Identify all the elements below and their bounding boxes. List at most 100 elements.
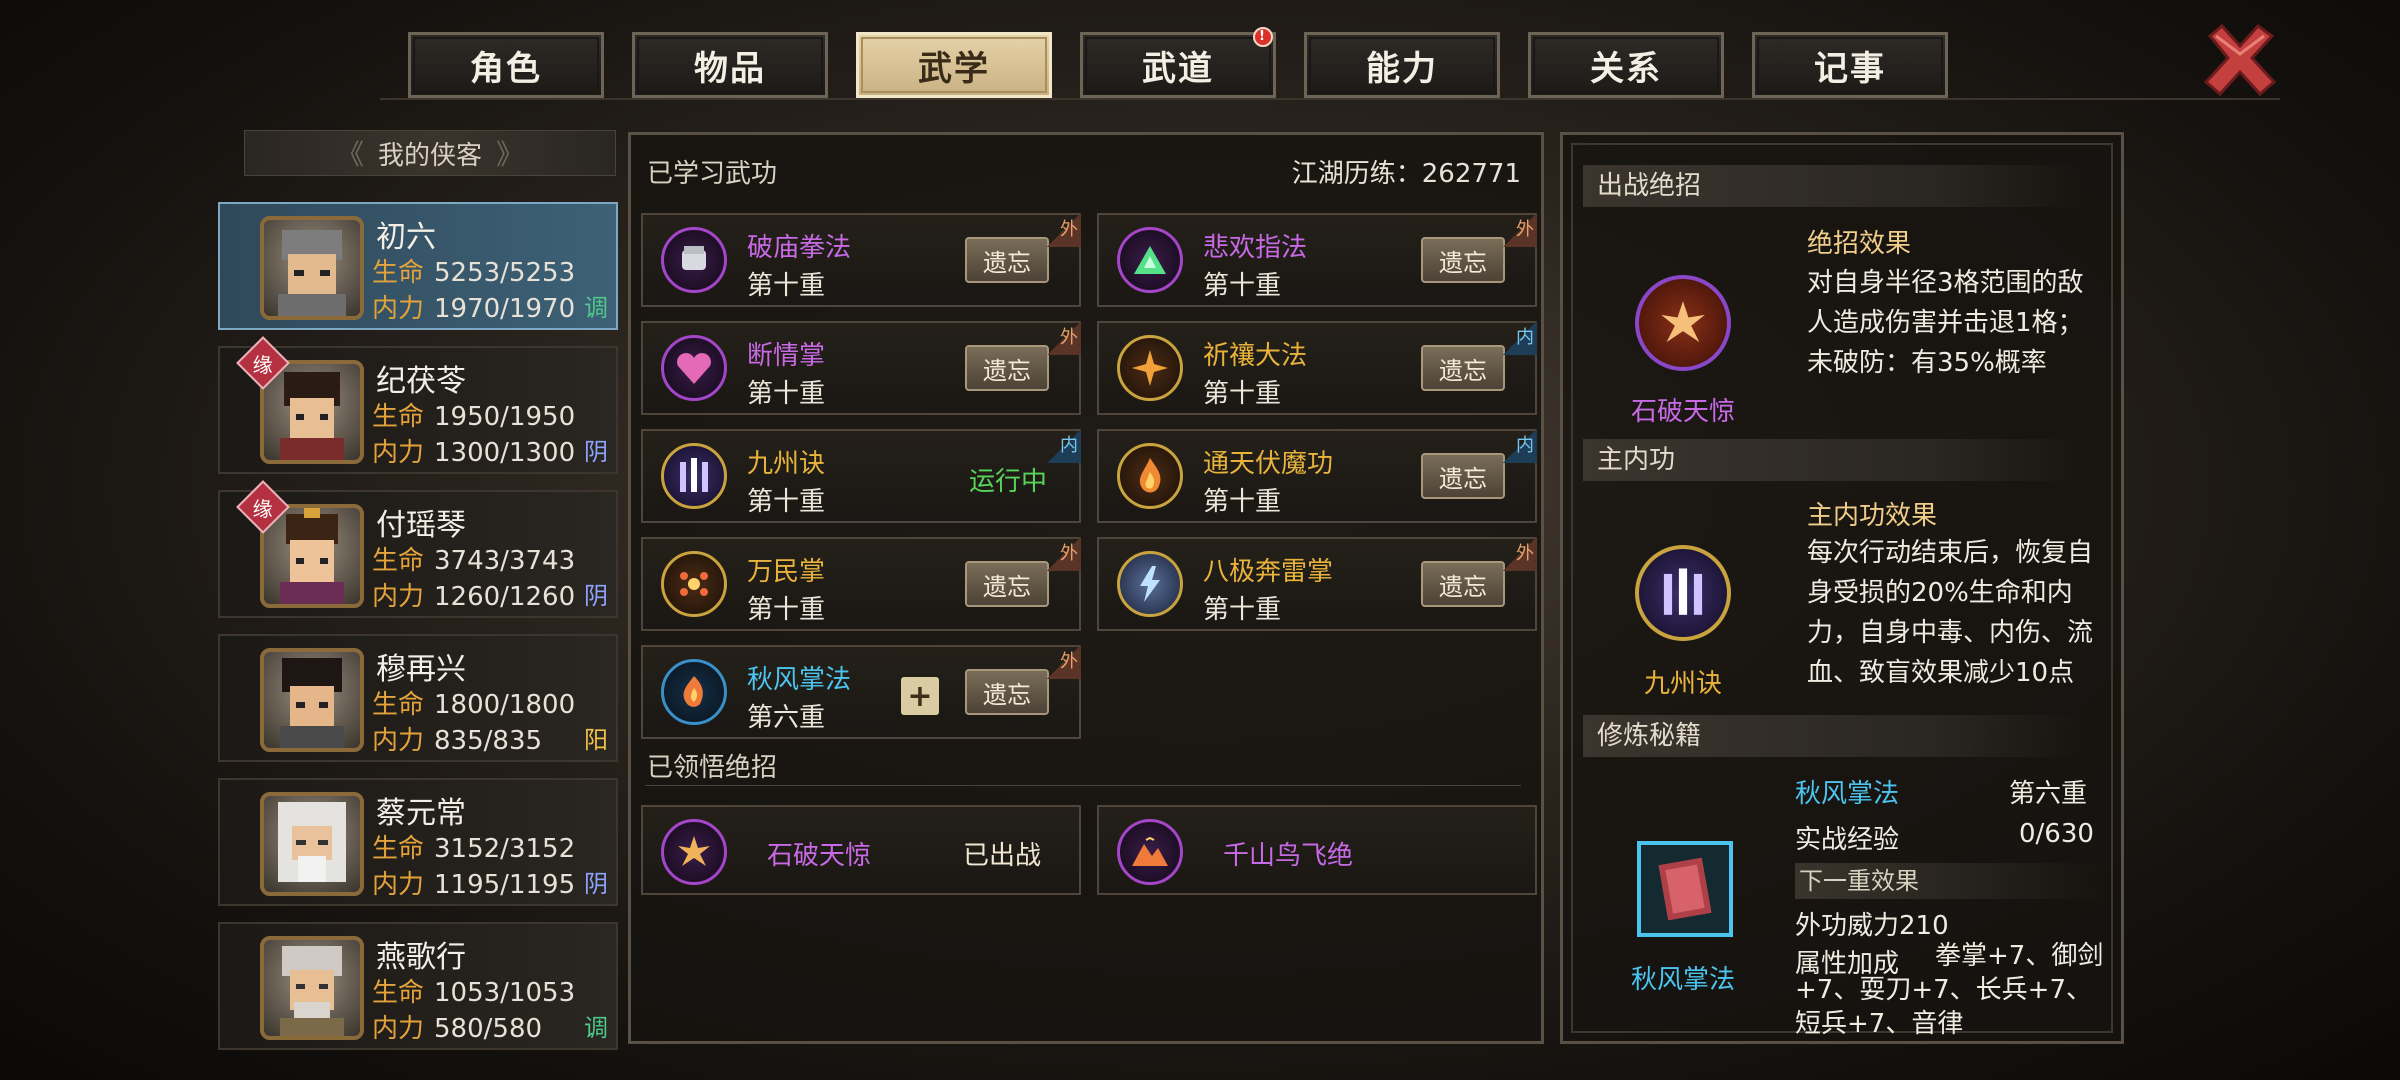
skill-card[interactable]: 秋风掌法 第六重 + 遗忘 外 (641, 645, 1081, 739)
hero-hp: 生命 1950/1950 (372, 396, 575, 433)
skill-card[interactable]: 断情掌 第十重 遗忘 外 (641, 321, 1081, 415)
chevron-left-icon: 《 (335, 138, 364, 171)
forget-button[interactable]: 遗忘 (1421, 561, 1505, 607)
ultimate-card[interactable]: 千山鸟飞绝 (1097, 805, 1537, 895)
attribute-badge: 阴 (584, 582, 608, 610)
hero-hp: 生命 1053/1053 (372, 972, 575, 1009)
type-label: 外 (1516, 219, 1534, 240)
tab-records[interactable]: 记事 (1752, 32, 1948, 98)
bond-tag-label: 缘 (253, 496, 273, 521)
type-label: 外 (1060, 219, 1078, 240)
tab-bar: 角色 物品 武学 武道! 能力 关系 记事 (408, 27, 1948, 98)
forget-button[interactable]: 遗忘 (965, 237, 1049, 283)
chevron-right-icon: 》 (496, 138, 525, 171)
close-button[interactable] (2200, 22, 2280, 98)
skill-card[interactable]: 悲欢指法 第十重 遗忘 外 (1097, 213, 1537, 307)
forget-button[interactable]: 遗忘 (965, 345, 1049, 391)
mp-value: 1195/1195 (434, 870, 576, 900)
hp-value: 1053/1053 (434, 978, 576, 1008)
skill-level: 第十重 (747, 271, 826, 301)
skill-card[interactable]: 破庙拳法 第十重 遗忘 外 (641, 213, 1081, 307)
main-internal-name: 九州诀 (1643, 669, 1722, 699)
main-internal-heading: 主内功 (1583, 439, 2083, 481)
forget-label: 遗忘 (983, 356, 1031, 385)
mp-value: 1970/1970 (434, 294, 576, 324)
hero-hp: 生命 5253/5253 (372, 252, 575, 289)
deployed-status: 已出战 (963, 841, 1042, 871)
avatar (260, 216, 364, 320)
book-icon[interactable] (1637, 841, 1733, 937)
attribute-badge: 调 (584, 294, 608, 322)
pillars-icon[interactable] (1635, 545, 1731, 641)
tab-martial-arts[interactable]: 武学 (856, 32, 1052, 98)
hero-card[interactable]: 初六 生命 5253/5253 内力 1970/1970 调 (218, 202, 618, 330)
tab-character[interactable]: 角色 (408, 32, 604, 98)
burst-icon (661, 551, 727, 617)
forget-button[interactable]: 遗忘 (965, 669, 1049, 715)
skill-card[interactable]: 万民掌 第十重 遗忘 外 (641, 537, 1081, 631)
tab-abilities[interactable]: 能力 (1304, 32, 1500, 98)
skill-level: 第十重 (1203, 271, 1282, 301)
hero-name: 付瑶琴 (376, 508, 466, 543)
hp-label: 生命 (372, 978, 425, 1008)
type-label: 内 (1516, 435, 1534, 456)
skill-name: 万民掌 (747, 557, 826, 587)
tab-martial-way[interactable]: 武道! (1080, 27, 1276, 98)
mp-value: 835/835 (434, 726, 543, 756)
manual-skill-name: 秋风掌法 (1630, 965, 1735, 995)
hero-card[interactable]: 燕歌行 生命 1053/1053 内力 580/580 调 (218, 922, 618, 1050)
rock-burst-icon (661, 819, 727, 885)
roster-title: 我的侠客 (377, 140, 482, 171)
tab-relations[interactable]: 关系 (1528, 32, 1724, 98)
upgrade-plus-button[interactable]: + (901, 677, 939, 715)
ultimate-card[interactable]: 石破天惊 已出战 (641, 805, 1081, 895)
forget-button[interactable]: 遗忘 (965, 561, 1049, 607)
type-label: 外 (1060, 543, 1078, 564)
skill-name: 通天伏魔功 (1203, 449, 1334, 479)
bond-tag-label: 缘 (253, 352, 273, 377)
hero-card[interactable]: 穆再兴 生命 1800/1800 内力 835/835 阳 (218, 634, 618, 762)
hp-label: 生命 (372, 402, 425, 432)
type-label: 内 (1060, 435, 1078, 456)
external-type-badge: 外 (1047, 537, 1081, 571)
skill-card[interactable]: 九州诀 第十重 运行中 内 (641, 429, 1081, 523)
external-type-badge: 外 (1047, 213, 1081, 247)
skill-level: 第十重 (747, 595, 826, 625)
ultimate-name: 石破天惊 (767, 841, 872, 871)
hero-card[interactable]: 蔡元常 生命 3152/3152 内力 1195/1195 阴 (218, 778, 618, 906)
attribute-bonus-text: 拳掌+7、御剑+7、耍刀+7、长兵+7、短兵+7、音律 (1795, 941, 2104, 1039)
type-label: 内 (1516, 327, 1534, 348)
skill-level: 第十重 (1203, 487, 1282, 517)
skill-name: 秋风掌法 (747, 665, 852, 695)
tab-items[interactable]: 物品 (632, 32, 828, 98)
forget-button[interactable]: 遗忘 (1421, 345, 1505, 391)
mp-value: 1300/1300 (434, 438, 576, 468)
skill-card[interactable]: 祈禳大法 第十重 遗忘 内 (1097, 321, 1537, 415)
hero-name: 穆再兴 (376, 652, 466, 687)
ultimates-heading: 已领悟绝招 (647, 753, 778, 783)
mp-label: 内力 (372, 438, 425, 468)
hero-card[interactable]: 缘 付瑶琴 生命 3743/3743 内力 1260/1260 阴 (218, 480, 618, 618)
internal-type-badge: 内 (1047, 429, 1081, 463)
skill-level: 第十重 (1203, 595, 1282, 625)
type-label: 外 (1516, 543, 1534, 564)
hero-name: 纪茯苓 (376, 364, 466, 399)
forget-button[interactable]: 遗忘 (1421, 453, 1505, 499)
hero-hp: 生命 3152/3152 (372, 828, 575, 865)
skill-card[interactable]: 八极奔雷掌 第十重 遗忘 外 (1097, 537, 1537, 631)
rock-burst-icon[interactable] (1635, 275, 1731, 371)
effect-description: 对自身半径3格范围的敌人造成伤害并击退1格；未破防：有35%概率 (1807, 268, 2084, 378)
internal-type-badge: 内 (1503, 321, 1537, 355)
skill-card[interactable]: 通天伏魔功 第十重 遗忘 内 (1097, 429, 1537, 523)
hero-mp: 内力 1300/1300 (372, 432, 575, 469)
mp-value: 580/580 (434, 1014, 543, 1044)
hero-card[interactable]: 缘 纪茯苓 生命 1950/1950 内力 1300/1300 阴 (218, 336, 618, 474)
external-type-badge: 外 (1047, 321, 1081, 355)
ritual-icon (1117, 335, 1183, 401)
hp-label: 生命 (372, 546, 425, 576)
wind-palm-icon (661, 659, 727, 725)
forget-button[interactable]: 遗忘 (1421, 237, 1505, 283)
skill-level: 第十重 (747, 379, 826, 409)
mp-label: 内力 (372, 294, 425, 324)
manual-level: 第六重 (2009, 779, 2088, 809)
